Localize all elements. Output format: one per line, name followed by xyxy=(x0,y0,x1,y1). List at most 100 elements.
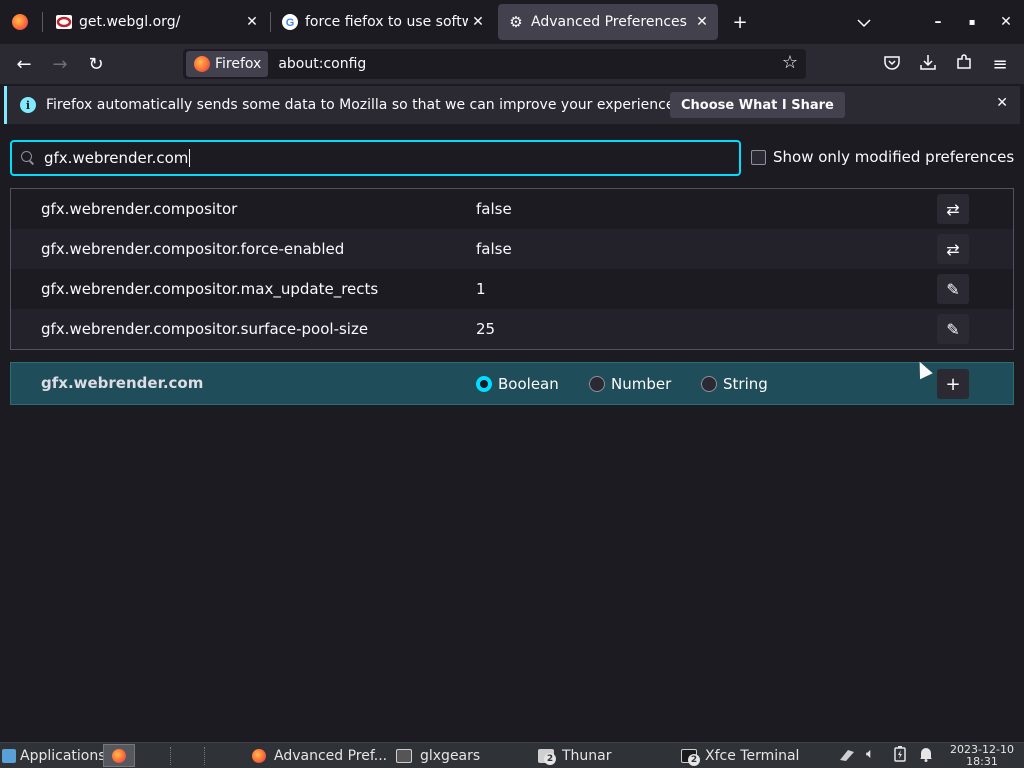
puzzle-icon xyxy=(956,53,972,75)
preference-search-input[interactable]: gfx.webrender.com xyxy=(10,140,741,176)
notification-bell-icon[interactable] xyxy=(919,746,933,766)
close-tab-icon[interactable]: ✕ xyxy=(242,12,262,32)
edit-button[interactable]: ✎ xyxy=(937,314,969,344)
plus-icon: + xyxy=(945,373,961,395)
radio-button[interactable] xyxy=(589,376,605,392)
svg-text:G: G xyxy=(286,17,295,29)
toggle-arrows-icon: ⇄ xyxy=(946,239,960,259)
type-radio-boolean[interactable]: Boolean xyxy=(476,375,559,393)
data-reporting-notification: i Firefox automatically sends some data … xyxy=(4,86,1020,124)
pref-name: gfx.webrender.compositor.max_update_rect… xyxy=(41,280,379,298)
radio-button[interactable] xyxy=(476,376,492,392)
window-count-badge: 2 xyxy=(544,753,556,765)
pref-value: false xyxy=(476,200,512,218)
info-icon: i xyxy=(20,97,36,113)
firefox-launcher[interactable] xyxy=(103,744,135,767)
pref-name: gfx.webrender.compositor.force-enabled xyxy=(41,240,345,258)
tab-separator xyxy=(42,12,43,32)
tab-google-search[interactable]: G force fiefox to use software ✕ xyxy=(272,4,494,40)
task-label: Xfce Terminal xyxy=(705,748,800,764)
extensions-button[interactable] xyxy=(950,50,978,78)
task-firefox[interactable]: Advanced Pref... xyxy=(252,745,387,767)
tab-title: force fiefox to use software xyxy=(305,14,468,30)
identity-label: Firefox xyxy=(215,56,262,72)
show-modified-checkbox[interactable] xyxy=(751,149,766,165)
volume-icon[interactable]: 🔈︎ xyxy=(866,746,874,762)
search-value: gfx.webrender.com xyxy=(44,148,191,168)
close-tab-icon[interactable]: ✕ xyxy=(468,12,488,32)
close-icon: ✕ xyxy=(1000,14,1012,30)
firefox-view-button[interactable] xyxy=(6,8,34,36)
terminal-icon: 2 xyxy=(681,749,700,766)
task-label: Advanced Pref... xyxy=(274,748,388,764)
new-tab-button[interactable]: + xyxy=(726,8,754,36)
navigation-toolbar: ← → ↻ Firefox about:config ☆ ≡ xyxy=(0,44,1024,84)
task-glxgears[interactable]: glxgears xyxy=(396,745,480,767)
taskbar-separator xyxy=(204,747,207,765)
show-modified-label: Show only modified preferences xyxy=(773,148,1015,166)
radio-label: Boolean xyxy=(498,375,559,393)
toggle-button[interactable]: ⇄ xyxy=(937,234,969,264)
clock-time: 18:31 xyxy=(966,755,998,768)
pref-value: 1 xyxy=(476,280,486,298)
reload-button[interactable]: ↻ xyxy=(82,50,110,78)
toggle-button[interactable]: ⇄ xyxy=(937,194,969,224)
pocket-button[interactable] xyxy=(878,50,906,78)
bookmark-star-icon[interactable]: ☆ xyxy=(782,52,798,73)
tab-title: get.webgl.org/ xyxy=(79,14,181,30)
radio-label: String xyxy=(723,375,768,393)
choose-what-i-share-button[interactable]: Choose What I Share xyxy=(670,92,845,118)
chevron-down-icon xyxy=(857,12,871,33)
edit-button[interactable]: ✎ xyxy=(937,274,969,304)
battery-icon[interactable] xyxy=(894,746,906,766)
back-button[interactable]: ← xyxy=(10,50,38,78)
pref-name: gfx.webrender.compositor xyxy=(41,200,238,218)
radio-label: Number xyxy=(611,375,672,393)
preferences-table: gfx.webrender.compositor false ⇄ gfx.web… xyxy=(10,188,1014,350)
tab-separator xyxy=(270,12,271,32)
type-radio-number[interactable]: Number xyxy=(589,375,671,393)
reload-icon: ↻ xyxy=(88,53,104,75)
table-row: gfx.webrender.compositor.surface-pool-si… xyxy=(11,309,1013,349)
identity-box[interactable]: Firefox xyxy=(186,51,269,77)
url-text[interactable]: about:config xyxy=(278,56,366,72)
folder-icon: 2 xyxy=(538,749,556,765)
firefox-icon xyxy=(252,749,266,763)
add-preference-button[interactable]: + xyxy=(937,369,969,399)
close-icon[interactable]: ✕ xyxy=(996,95,1008,111)
maximize-button[interactable]: ▪ xyxy=(960,10,984,34)
network-icon[interactable] xyxy=(838,746,856,766)
window-count-badge: 2 xyxy=(688,754,700,766)
firefox-logo-icon xyxy=(12,14,28,30)
url-bar[interactable]: Firefox about:config ☆ xyxy=(183,49,806,79)
pocket-icon xyxy=(884,54,900,75)
taskbar: Applications Advanced Pref... glxgears 2… xyxy=(0,742,1024,768)
applications-menu-button[interactable]: Applications xyxy=(2,745,106,767)
close-tab-icon[interactable]: ✕ xyxy=(692,12,712,32)
table-row: gfx.webrender.compositor.max_update_rect… xyxy=(11,269,1013,309)
clock[interactable]: 2023-12-10 18:31 xyxy=(946,744,1018,768)
download-icon xyxy=(920,54,936,75)
maximize-icon: ▪ xyxy=(968,16,976,28)
close-window-button[interactable]: ✕ xyxy=(994,10,1018,34)
pref-value: false xyxy=(476,240,512,258)
search-icon xyxy=(21,151,35,165)
pencil-icon: ✎ xyxy=(946,279,960,299)
task-xfce-terminal[interactable]: 2 Xfce Terminal xyxy=(681,745,799,767)
tab-webgl[interactable]: get.webgl.org/ ✕ xyxy=(46,4,268,40)
hamburger-menu-icon: ≡ xyxy=(992,53,1008,75)
forward-button[interactable]: → xyxy=(46,50,74,78)
downloads-button[interactable] xyxy=(914,50,942,78)
task-thunar[interactable]: 2 Thunar xyxy=(538,745,612,767)
tab-title: Advanced Preferences xyxy=(531,14,687,30)
app-menu-button[interactable]: ≡ xyxy=(986,50,1014,78)
show-modified-toggle[interactable]: Show only modified preferences xyxy=(751,148,1014,166)
tab-strip: get.webgl.org/ ✕ G force fiefox to use s… xyxy=(0,0,1024,44)
google-icon: G xyxy=(282,14,298,30)
type-radio-string[interactable]: String xyxy=(701,375,768,393)
list-all-tabs-button[interactable] xyxy=(850,8,878,36)
arrow-left-icon: ← xyxy=(16,53,32,75)
radio-button[interactable] xyxy=(701,376,717,392)
tab-advanced-preferences[interactable]: ⚙ Advanced Preferences ✕ xyxy=(498,4,718,40)
minimize-button[interactable]: – xyxy=(926,10,950,34)
